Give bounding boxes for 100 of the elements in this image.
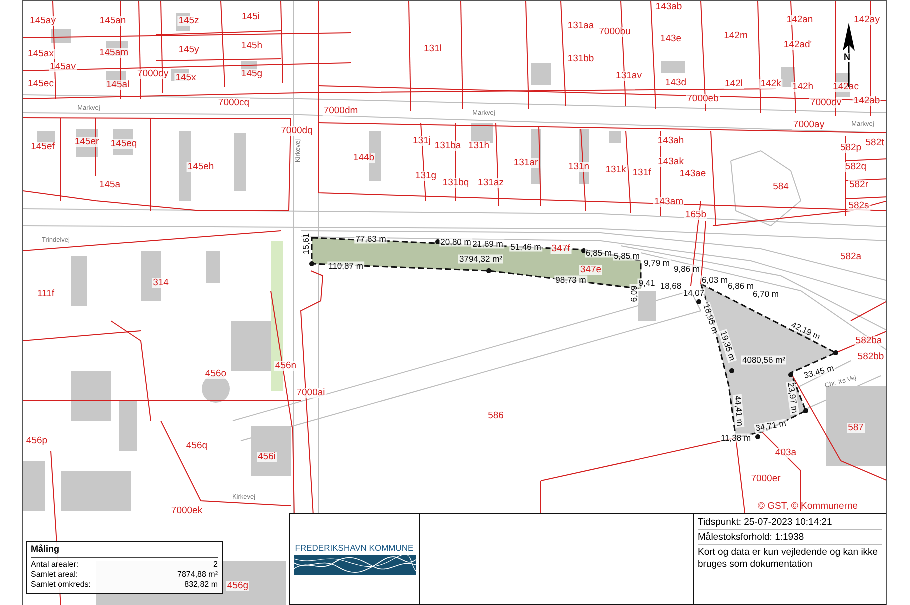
parcel-number: 142an [786, 15, 814, 25]
measurement-label: 6,86 m [727, 282, 755, 290]
parcel-number: 456g [226, 581, 250, 591]
parcel-number: 165b [684, 210, 708, 220]
parcel-number: 145h [240, 41, 264, 51]
measurement-label-text: Antal arealer: [31, 560, 79, 570]
measurement-label: 6,85 m [585, 248, 613, 258]
parcel-number: 131g [414, 171, 438, 181]
parcel-number: 145i [241, 12, 261, 22]
parcel-number: 7000ay [792, 120, 826, 130]
measurement-label: 18,68 [659, 282, 683, 290]
parcel-number: 111f [36, 289, 56, 299]
disclaimer: Kort og data er kun vejledende og kan ikke bruges som dokumentation [698, 546, 880, 570]
parcel-number: 131f [632, 168, 652, 178]
parcel-number: 145ay [29, 16, 57, 26]
parcel-number: 145am [98, 48, 130, 58]
parcel-number: 131aa [566, 21, 596, 31]
measurement-label: 14,07 [682, 288, 706, 298]
parcel-number: 142ab [852, 96, 882, 106]
parcel-number: 143ab [654, 2, 684, 12]
measurement-label: 98,73 m [554, 276, 588, 284]
parcel-number: 145av [49, 62, 77, 72]
parcel-number: 145ef [30, 142, 56, 152]
parcel-number: 7000cq [217, 98, 251, 108]
parcel-number: 131h [467, 141, 491, 151]
parcel-number: 582p [839, 143, 863, 153]
measurement-label: 3794,32 m² [458, 254, 504, 264]
parcel-number: 143ae [678, 169, 708, 179]
north-label: N [844, 53, 850, 62]
parcel-number: 131bq [442, 178, 470, 188]
measurement-label: 51,46 m [510, 242, 542, 252]
parcel-number: 142ac [832, 82, 860, 92]
parcel-number: 142ay [853, 15, 881, 25]
timestamp: Tidspunkt: 25-07-2023 10:14:21 [698, 517, 834, 529]
parcel-number: 7000er [750, 474, 782, 484]
copyright-notice: © GST, © Kommunerne [758, 501, 858, 512]
parcel-number: 582t [864, 138, 886, 148]
parcel-number: 456i [257, 452, 277, 462]
parcel-number: 586 [487, 411, 505, 421]
parcel-number: 131l [423, 44, 443, 54]
parcel-number: 7000dy [136, 69, 170, 79]
measurement-value: 2 [214, 560, 218, 570]
parcel-number: 145z [178, 16, 200, 26]
parcel-number: 145eh [186, 162, 216, 172]
parcel-number: 131j [412, 136, 432, 146]
parcel-number: 143ah [656, 136, 686, 146]
parcel-number: 142k [760, 79, 782, 89]
parcel-number: 131k [604, 165, 628, 175]
parcel-number: 145a [98, 180, 122, 190]
measurement-label: 15,61 [302, 232, 310, 256]
measurement-label: 9,86 m [673, 264, 701, 274]
measurement-value: 832,82 m [184, 580, 218, 590]
parcel-number: 145al [105, 80, 131, 90]
measurement-label: 77,63 m [354, 234, 388, 244]
parcel-number: 587 [847, 423, 865, 433]
parcel-number: 7000ek [170, 506, 204, 516]
parcel-number: 142ad' [782, 40, 814, 50]
parcel-number: 143d [664, 78, 688, 88]
parcel-number: 7000bu [598, 27, 632, 37]
parcel-number: 456q [185, 441, 209, 451]
parcel-number: 456p [25, 436, 49, 446]
measurement-label: 110,87 m [328, 262, 364, 270]
parcel-number: 145x [174, 73, 198, 83]
measurement-label: 4080,56 m² [742, 356, 786, 364]
measurement-label: 21,69 m [472, 240, 504, 248]
parcel-number: 142m [723, 31, 749, 41]
parcel-number: 582ba [854, 336, 884, 346]
parcel-number: 456n [274, 361, 298, 371]
measurement-label-text: Samlet omkreds: [31, 580, 92, 590]
parcel-number: 145er [74, 137, 100, 147]
measurement-label: 6,09 [630, 284, 638, 304]
parcel-number: 582q [844, 162, 868, 172]
parcel-number: 143am [653, 197, 685, 207]
parcel-number: 403a [774, 448, 798, 458]
panel-title: Måling [31, 544, 218, 558]
parcel-number: 7000ai [296, 388, 326, 398]
parcel-number: 131av [615, 71, 643, 81]
parcel-number: 131ba [434, 141, 462, 151]
parcel-number: 145g [240, 69, 264, 79]
parcel-number: 142h [791, 82, 815, 92]
measurement-value: 7874,88 m² [178, 570, 218, 580]
measurement-label: 6,03 m [701, 276, 729, 284]
measurement-label: 9,79 m [643, 258, 671, 268]
parcel-number: 131bb [566, 54, 596, 64]
parcel-number: 314 [152, 278, 170, 288]
parcel-number: 145ax [27, 49, 55, 59]
parcel-number: 145ec [27, 79, 55, 89]
parcel-number: 7000dq [280, 126, 314, 136]
parcel-number: 144b [352, 153, 376, 163]
parcel-number: 582s [848, 201, 870, 211]
scale-ratio: Målestoksforhold: 1:1938 [698, 532, 806, 544]
parcel-number: 131ar [512, 158, 540, 168]
measurement-label: 9,41 [638, 278, 656, 288]
parcel-number: 143ak [657, 157, 685, 167]
parcel-number: 584 [772, 182, 790, 192]
parcel-number: 7000dm [322, 106, 360, 116]
parcel-number: 145y [178, 45, 200, 55]
parcel-number: 7000dv [809, 98, 843, 108]
parcel-number: 347f [550, 244, 572, 254]
parcel-number: 582a [839, 252, 863, 262]
